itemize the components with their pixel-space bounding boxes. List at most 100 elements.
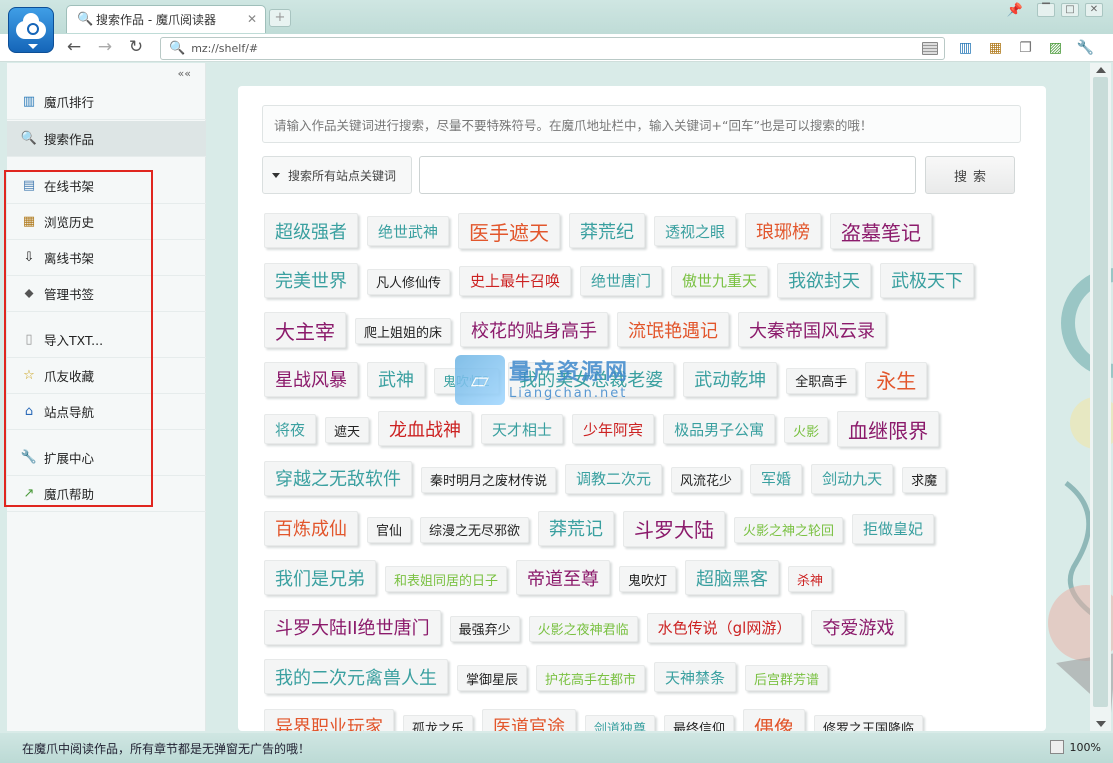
address-bar[interactable]: 🔍 mz://shelf/# [160,37,945,60]
keyword-tag[interactable]: 武神 [367,361,425,397]
keyword-tag[interactable]: 剑道独尊 [585,714,656,731]
search-scope-dropdown[interactable]: 搜索所有站点关键词 [262,156,412,194]
keyword-tag[interactable]: 拒做皇妃 [852,513,935,544]
keyword-tag[interactable]: 剑动九天 [811,463,894,494]
keyword-tag[interactable]: 遮天 [325,417,370,444]
scroll-thumb[interactable] [1093,77,1108,707]
vertical-scrollbar[interactable] [1090,63,1111,731]
keyword-tag[interactable]: 超脑黑客 [685,560,780,596]
zoom-control[interactable]: 100% [1049,740,1101,754]
keyword-tag[interactable]: 官仙 [367,516,412,543]
keyword-tag[interactable]: 我的美女总裁老婆 [508,361,675,397]
sidebar-item-online-shelf[interactable]: ▤ 在线书架 [7,168,206,204]
sidebar-item-import-txt[interactable]: ▯ 导入TXT... [7,322,206,358]
maximize-button[interactable]: □ [1061,3,1079,17]
keyword-tag[interactable]: 帝道至尊 [516,560,611,596]
keyword-tag[interactable]: 鬼吹灯 [619,566,677,593]
keyword-tag[interactable]: 天神禁条 [654,662,737,693]
keyword-tag[interactable]: 爬上姐姐的床 [355,318,452,345]
keyword-tag[interactable]: 斗罗大陆II绝世唐门 [264,609,441,645]
tab-search[interactable]: 🔍 搜索作品 - 魔爪阅读器 ✕ [66,5,266,33]
refresh-icon[interactable]: ↻ [125,37,147,57]
keyword-tag[interactable]: 莽荒记 [538,510,615,546]
keyword-tag[interactable]: 调教二次元 [565,463,663,494]
ranking-icon[interactable]: ▥ [955,38,976,58]
keyword-tag[interactable]: 和表姐同居的日子 [385,566,508,593]
keyword-tag[interactable]: 医手遮天 [458,213,561,249]
sidebar-item-help[interactable]: ↗ 魔爪帮助 [7,476,206,512]
sidebar-item-offline-shelf[interactable]: ⇩ 离线书架 [7,240,206,276]
sidebar-item-search[interactable]: 🔍 搜索作品 [7,121,206,157]
search-input[interactable] [419,156,916,194]
keyword-tag[interactable]: 火影 [784,417,829,444]
keyword-tag[interactable]: 莽荒纪 [569,213,646,248]
keyword-tag[interactable]: 绝世唐门 [580,265,663,296]
sidebar-item-bookmarks[interactable]: ⬥ 管理书签 [7,276,206,312]
keyword-tag[interactable]: 我欲封天 [777,262,872,298]
sidebar-item-favorites[interactable]: ☆ 爪友收藏 [7,358,206,394]
keyword-tag[interactable]: 最强弃少 [449,615,520,642]
keyword-tag[interactable]: 掌御星辰 [457,665,528,692]
reader-mode-icon[interactable] [922,42,938,55]
keyword-tag[interactable]: 秦时明月之废材传说 [421,466,557,493]
keyword-tag[interactable]: 求魔 [902,466,947,493]
keyword-tag[interactable]: 透视之眼 [654,216,737,246]
keyword-tag[interactable]: 将夜 [264,414,317,445]
close-tab-icon[interactable]: ✕ [247,12,257,26]
keyword-tag[interactable]: 完美世界 [264,262,358,298]
wrench-icon[interactable]: 🔧 [1075,38,1096,58]
keyword-tag[interactable]: 大主宰 [264,312,346,349]
keyword-tag[interactable]: 火影之神之轮回 [734,516,844,543]
sidebar-item-ranking[interactable]: ▥ 魔爪排行 [7,84,206,120]
close-window-button[interactable]: ✕ [1085,3,1103,17]
keyword-tag[interactable]: 永生 [865,361,928,398]
new-tab-button[interactable]: + [269,9,291,27]
keyword-tag[interactable]: 盗墓笔记 [830,213,933,249]
keyword-tag[interactable]: 最终信仰 [664,714,735,731]
keyword-tag[interactable]: 夺爱游戏 [811,609,906,645]
keyword-tag[interactable]: 武动乾坤 [683,361,778,397]
keyword-tag[interactable]: 鬼吹灯2 [434,367,500,394]
keyword-tag[interactable]: 极品男子公寓 [663,414,776,445]
keyword-tag[interactable]: 凡人修仙传 [367,268,451,295]
keyword-tag[interactable]: 火影之夜神君临 [528,615,638,642]
keyword-tag[interactable]: 大秦帝国风云录 [738,312,887,348]
keyword-tag[interactable]: 偶像 [743,708,806,731]
keyword-tag[interactable]: 综漫之无尽邪欲 [420,516,530,543]
sidebar-item-site-nav[interactable]: ⌂ 站点导航 [7,394,206,430]
keyword-tag[interactable]: 异界职业玩家 [264,708,394,731]
app-logo-icon[interactable] [8,7,54,53]
sidebar-item-extensions[interactable]: 🔧 扩展中心 [7,440,206,476]
keyword-tag[interactable]: 傲世九重天 [671,265,769,296]
forward-icon[interactable]: → [94,37,116,57]
keyword-tag[interactable]: 军婚 [750,463,803,494]
keyword-tag[interactable]: 星战风暴 [264,361,358,397]
keyword-tag[interactable]: 校花的贴身高手 [460,312,609,348]
keyword-tag[interactable]: 武极天下 [880,262,975,298]
keyword-tag[interactable]: 我的二次元禽兽人生 [264,659,448,695]
pages-icon[interactable]: ❐ [1015,38,1036,58]
keyword-tag[interactable]: 超级强者 [264,213,358,248]
keyword-tag[interactable]: 全职高手 [786,367,857,394]
keyword-tag[interactable]: 我们是兄弟 [264,560,376,596]
keyword-tag[interactable]: 史上最牛召唤 [459,265,572,296]
keyword-tag[interactable]: 医道官途 [482,708,577,731]
keyword-tag[interactable]: 血继限界 [837,411,940,448]
keyword-tag[interactable]: 流氓艳遇记 [617,312,730,348]
keyword-tag[interactable]: 修罗之王国降临 [814,714,924,731]
search-button[interactable]: 搜索 [925,156,1015,194]
bookshelf-icon[interactable]: ▦ [985,38,1006,58]
scroll-down-icon[interactable] [1096,721,1106,727]
keyword-tag[interactable]: 杀神 [788,566,833,593]
keyword-tag[interactable]: 穿越之无敌软件 [264,460,412,496]
pin-icon[interactable]: 📌 [1007,3,1023,18]
keyword-tag[interactable]: 百炼成仙 [264,510,358,546]
scroll-up-icon[interactable] [1096,67,1106,73]
keyword-tag[interactable]: 琅琊榜 [745,213,822,248]
keyword-tag[interactable]: 绝世武神 [367,216,450,246]
collapse-sidebar-icon[interactable]: «« [178,67,191,80]
keyword-tag[interactable]: 少年阿宾 [572,414,655,445]
sidebar-item-history[interactable]: ▦ 浏览历史 [7,204,206,240]
keyword-tag[interactable]: 后宫群芳谱 [745,665,829,692]
image-icon[interactable]: ▨ [1045,38,1066,58]
